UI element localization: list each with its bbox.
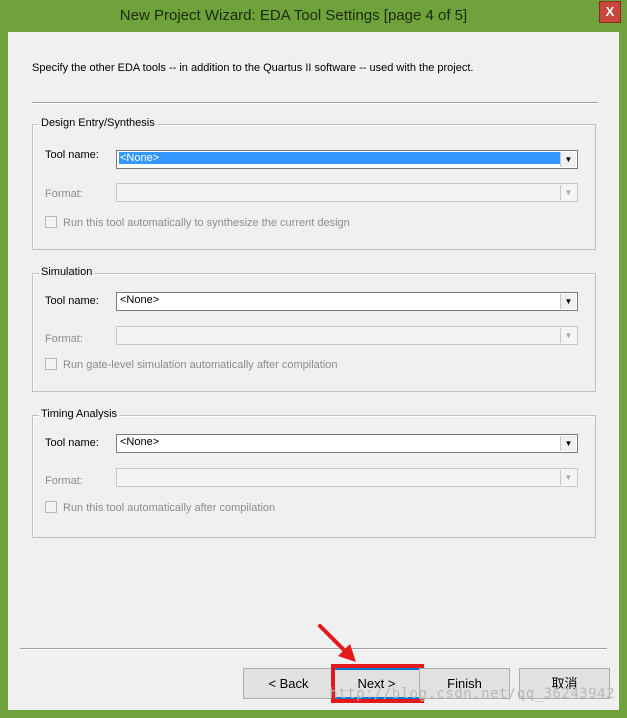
select-value: <None> bbox=[120, 436, 160, 448]
simulation-format-select[interactable]: ▼ bbox=[116, 326, 578, 345]
page-description: Specify the other EDA tools -- in additi… bbox=[32, 62, 474, 74]
chevron-down-icon[interactable]: ▼ bbox=[560, 294, 576, 309]
checkbox-label: Run this tool automatically after compil… bbox=[63, 502, 276, 514]
window-title: New Project Wizard: EDA Tool Settings [p… bbox=[119, 7, 468, 24]
group-title: Timing Analysis bbox=[39, 408, 120, 420]
wizard-window: New Project Wizard: EDA Tool Settings [p… bbox=[0, 0, 627, 718]
group-title: Design Entry/Synthesis bbox=[39, 117, 157, 129]
format-label: Format: bbox=[45, 333, 83, 345]
select-value: <None> bbox=[119, 152, 560, 164]
group-title: Simulation bbox=[39, 266, 95, 278]
back-button[interactable]: < Back bbox=[243, 668, 334, 699]
footer-divider bbox=[20, 648, 607, 650]
wizard-body: Specify the other EDA tools -- in additi… bbox=[8, 32, 619, 710]
simulation-tool-select[interactable]: <None> ▼ bbox=[116, 292, 578, 311]
simulation-auto-run-checkbox[interactable]: Run gate-level simulation automatically … bbox=[45, 358, 338, 371]
timing-analysis-group: Timing Analysis Tool name: <None> ▼ Form… bbox=[32, 408, 596, 538]
checkbox-label: Run this tool automatically to synthesiz… bbox=[63, 217, 350, 229]
chevron-down-icon: ▼ bbox=[560, 328, 576, 343]
tool-name-label: Tool name: bbox=[45, 295, 99, 307]
design-entry-synthesis-group: Design Entry/Synthesis Tool name: <None>… bbox=[32, 117, 596, 250]
close-button[interactable]: X bbox=[599, 1, 621, 23]
header-divider bbox=[32, 102, 598, 104]
chevron-down-icon: ▼ bbox=[560, 470, 576, 485]
checkbox-icon[interactable] bbox=[45, 216, 57, 229]
select-value: <None> bbox=[120, 294, 160, 306]
format-label: Format: bbox=[45, 188, 83, 200]
simulation-group: Simulation Tool name: <None> ▼ Format: ▼… bbox=[32, 266, 596, 392]
format-label: Format: bbox=[45, 475, 83, 487]
checkbox-icon[interactable] bbox=[45, 501, 57, 514]
timing-auto-run-checkbox[interactable]: Run this tool automatically after compil… bbox=[45, 501, 276, 514]
tool-name-label: Tool name: bbox=[45, 149, 99, 161]
tool-name-label: Tool name: bbox=[45, 437, 99, 449]
red-arrow-annotation bbox=[318, 624, 356, 662]
checkbox-label: Run gate-level simulation automatically … bbox=[63, 359, 338, 371]
chevron-down-icon[interactable]: ▼ bbox=[560, 152, 576, 167]
synthesis-auto-run-checkbox[interactable]: Run this tool automatically to synthesiz… bbox=[45, 216, 350, 229]
synthesis-format-select[interactable]: ▼ bbox=[116, 183, 578, 202]
timing-tool-select[interactable]: <None> ▼ bbox=[116, 434, 578, 453]
timing-format-select[interactable]: ▼ bbox=[116, 468, 578, 487]
chevron-down-icon[interactable]: ▼ bbox=[560, 436, 576, 451]
title-bar[interactable]: New Project Wizard: EDA Tool Settings [p… bbox=[0, 0, 627, 32]
chevron-down-icon: ▼ bbox=[560, 185, 576, 200]
synthesis-tool-select[interactable]: <None> ▼ bbox=[116, 150, 578, 169]
checkbox-icon[interactable] bbox=[45, 358, 57, 371]
watermark: http://blog.csdn.net/qq_36243942 bbox=[329, 686, 615, 702]
